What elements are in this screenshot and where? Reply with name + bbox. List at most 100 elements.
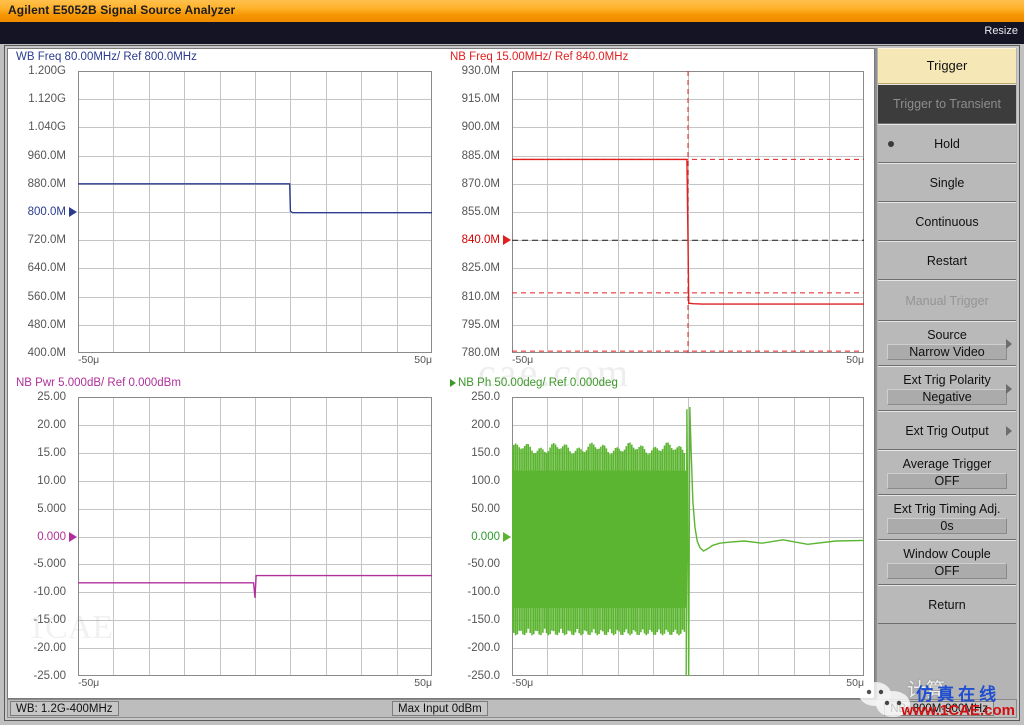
y-tick-label: 50.00 [471,502,500,515]
y-tick-label: 25.00 [37,391,66,403]
y-tick-label: 100.0 [471,474,500,487]
y-tick-label: 810.0M [461,290,500,303]
softkey-manual-trigger: Manual Trigger [878,280,1016,321]
measurement-screen: WB Freq 80.00MHz/ Ref 800.0MHz(a)1.200G1… [4,45,1020,721]
softkey-continuous[interactable]: Continuous [878,202,1016,241]
y-tick-label: 0.000 [37,530,66,543]
chevron-right-icon [1006,338,1012,349]
y-tick-label: 1.200G [28,65,66,77]
softkey-value[interactable]: Narrow Video [887,343,1007,360]
softkey-ext-trig-output[interactable]: Ext Trig Output [878,411,1016,450]
y-tick-label: 930.0M [461,65,500,77]
plot-graph-b[interactable]: (b)930.0M915.0M900.0M885.0M870.0M855.0M8… [462,65,864,366]
y-tick-label: 250.0 [471,391,500,403]
y-tick-label: 20.00 [37,418,66,431]
secondary-bar [0,22,1024,44]
softkey-value[interactable]: OFF [887,562,1007,579]
app-title: Agilent E5052B Signal Source Analyzer [8,3,236,17]
softkey-label: Ext Trig Output [905,423,989,438]
y-tick-label: 560.0M [27,290,66,303]
reference-marker-icon [69,207,77,217]
softkey-label: Ext Trig Polarity [903,372,991,387]
softkey-label: Hold [934,136,960,151]
reference-marker-icon [503,531,511,542]
y-tick-label: 915.0M [461,93,500,106]
y-tick-label: 840.0M [461,234,500,247]
y-tick-label: 855.0M [461,206,500,218]
plot-title-c: NB Pwr 5.000dB/ Ref 0.000dBm [16,377,181,389]
softkey-label: Average Trigger [902,456,992,471]
x-tick-label-min: -50μ [512,677,534,689]
softkey-restart[interactable]: Restart [878,241,1016,280]
plot-svg-b [512,71,864,353]
plot-title-b: NB Freq 15.00MHz/ Ref 840.0MHz [450,51,629,63]
softkey-label: Ext Trig Timing Adj. [893,501,1001,516]
softkey-header: Trigger [878,48,1016,84]
softkey-value[interactable]: 0s [887,517,1007,534]
softkey-ext-trig-timing-adj[interactable]: Ext Trig Timing Adj. 0s [878,495,1016,540]
reference-marker-icon [503,235,511,246]
softkey-value[interactable]: Negative [887,388,1007,405]
y-tick-label: 640.0M [27,262,66,275]
plot-title-d: NB Ph 50.00deg/ Ref 0.000deg [450,377,618,389]
softkey-label: Source [927,327,967,342]
title-bar: Agilent E5052B Signal Source Analyzer [0,0,1024,23]
chevron-right-icon [1006,383,1012,394]
y-tick-label: 1.120G [28,93,66,106]
watermark-logo-icon [859,682,910,717]
chevron-right-icon [1006,425,1012,436]
softkey-menu: Trigger Trigger to Transient Hold Single Con… [875,48,1017,699]
y-tick-label: -200.0 [467,642,500,655]
status-max-input: Max Input 0dBm [392,701,488,716]
y-tick-label: 480.0M [27,318,66,331]
plot-svg-c [78,397,432,676]
y-tick-label: 795.0M [461,318,500,331]
selected-indicator-icon [888,140,894,147]
softkey-window-couple[interactable]: Window Couple OFF [878,540,1016,585]
y-tick-label: 15.00 [37,446,66,459]
y-tick-label: -10.00 [33,586,66,599]
y-tick-label: 870.0M [461,177,500,190]
y-tick-label: -20.00 [33,642,66,655]
y-tick-label: 900.0M [461,121,500,134]
softkey-value[interactable]: OFF [887,472,1007,489]
softkey-hold[interactable]: Hold [878,124,1016,163]
plot-title-a: WB Freq 80.00MHz/ Ref 800.0MHz [16,51,197,63]
softkey-source[interactable]: Source Narrow Video [878,321,1016,366]
plot-panel-b: NB Freq 15.00MHz/ Ref 840.0MHz(b)930.0M9… [442,49,874,375]
softkey-label: Restart [926,253,968,268]
plot-graph-a[interactable]: (a)1.200G1.120G1.040G960.0M880.0M800.0M7… [28,65,432,366]
y-tick-label: 0.000 [471,530,500,543]
plot-graph-c[interactable]: (c)25.0020.0015.0010.005.0000.000-5.000-… [33,391,432,689]
plot-panel-c: NB Pwr 5.000dB/ Ref 0.000dBm(c)25.0020.0… [8,375,442,698]
plot-graph-d[interactable]: (d)250.0200.0150.0100.050.000.000-50.00-… [467,391,864,689]
y-tick-label: 1.040G [28,121,66,134]
x-tick-label-min: -50μ [78,677,100,689]
x-tick-label-min: -50μ [78,354,100,366]
y-tick-label: 720.0M [27,234,66,247]
softkey-ext-trig-polarity[interactable]: Ext Trig Polarity Negative [878,366,1016,411]
y-tick-label: 10.00 [37,474,66,487]
softkey-label: Manual Trigger [905,293,989,308]
trace-marker-icon [450,378,456,387]
y-tick-label: 800.0M [27,206,66,218]
softkey-header-label: Trigger [926,57,968,73]
analyzer-window: Agilent E5052B Signal Source Analyzer Re… [0,0,1024,725]
resize-button[interactable]: Resize [984,25,1018,37]
softkey-trigger-to-transient: Trigger to Transient [878,84,1016,124]
softkey-label: Trigger to Transient [893,97,1001,111]
softkey-label: Continuous [915,214,979,229]
y-tick-label: 200.0 [471,418,500,431]
y-tick-label: -15.00 [33,614,66,627]
softkey-average-trigger[interactable]: Average Trigger OFF [878,450,1016,495]
plot-svg-d [512,397,864,676]
plot-panel-d: NB Ph 50.00deg/ Ref 0.000deg(d)250.0200.… [442,375,874,698]
reference-marker-icon [69,531,77,542]
y-tick-label: -100.0 [467,586,500,599]
y-tick-label: 780.0M [461,347,500,359]
softkey-label: Return [928,597,966,612]
plot-svg-a [78,71,432,353]
softkey-single[interactable]: Single [878,163,1016,202]
y-tick-label: 150.0 [471,446,500,459]
softkey-return[interactable]: Return [878,585,1016,624]
